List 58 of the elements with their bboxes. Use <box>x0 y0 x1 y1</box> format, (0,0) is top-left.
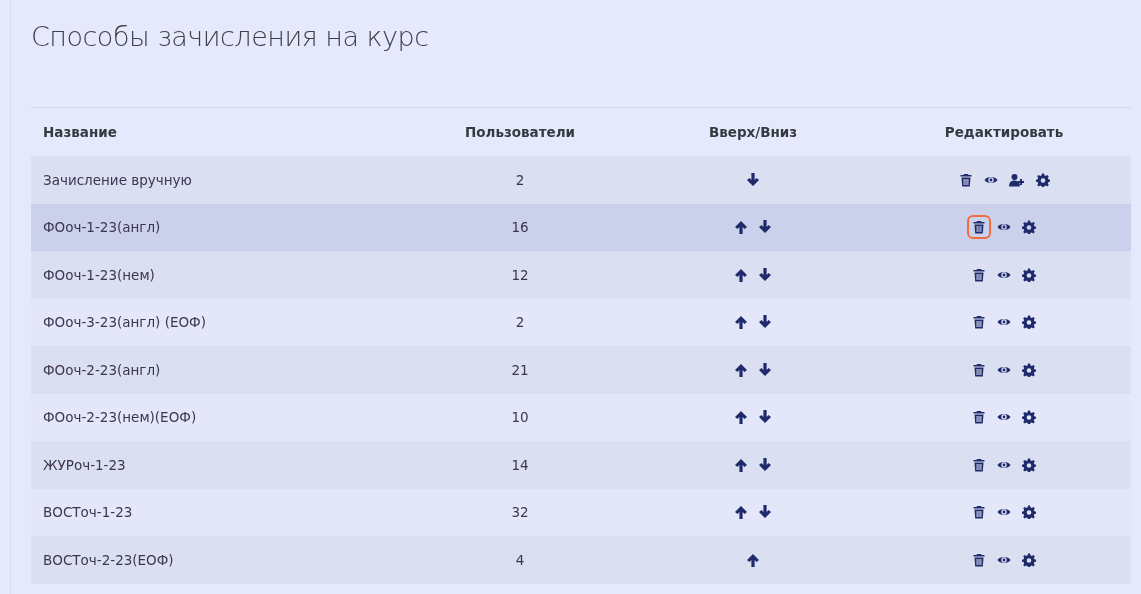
user-count: 2 <box>515 171 525 188</box>
trash-icon[interactable] <box>972 362 986 377</box>
user-count: 21 <box>511 361 529 378</box>
column-header: Пользователи <box>463 124 577 140</box>
up-arrow-icon[interactable] <box>746 552 760 567</box>
down-arrow-icon[interactable] <box>758 505 772 520</box>
trash-icon[interactable] <box>958 172 973 187</box>
method-name: ФОоч-1-23(англ) <box>42 219 162 236</box>
user-count: 16 <box>511 219 529 236</box>
user-count: 12 <box>511 266 529 283</box>
settings-icon[interactable] <box>1022 505 1036 520</box>
method-name: Зачисление вручную <box>42 171 193 188</box>
method-name: ФОоч-1-23(нем) <box>42 266 156 283</box>
down-arrow-icon[interactable] <box>758 410 772 425</box>
down-arrow-icon[interactable] <box>758 267 772 282</box>
down-arrow-icon[interactable] <box>758 220 772 235</box>
method-name: ВОСТоч-2-23(ЕОФ) <box>42 551 175 568</box>
down-arrow-icon[interactable] <box>758 315 772 330</box>
settings-icon[interactable] <box>1022 457 1036 472</box>
up-arrow-icon[interactable] <box>734 220 748 235</box>
user-count: 10 <box>511 409 529 426</box>
page-title: Способы зачисления на курс <box>31 20 430 54</box>
column-header: Редактировать <box>943 124 1065 140</box>
settings-icon[interactable] <box>1022 315 1036 330</box>
method-name: ФОоч-3-23(англ) (ЕОФ) <box>42 314 207 331</box>
settings-icon[interactable] <box>1022 552 1036 567</box>
down-arrow-icon[interactable] <box>746 172 760 187</box>
down-arrow-icon[interactable] <box>758 362 772 377</box>
settings-icon[interactable] <box>1022 267 1036 282</box>
trash-icon[interactable] <box>972 220 986 235</box>
settings-icon[interactable] <box>1022 410 1036 425</box>
settings-icon[interactable] <box>1022 220 1036 235</box>
up-arrow-icon[interactable] <box>734 362 748 377</box>
up-arrow-icon[interactable] <box>734 410 748 425</box>
method-name: ВОСТоч-1-23 <box>42 504 134 521</box>
user-count: 14 <box>511 456 529 473</box>
up-arrow-icon[interactable] <box>734 457 748 472</box>
trash-icon[interactable] <box>972 267 986 282</box>
column-header: Вверх/Вниз <box>707 124 799 140</box>
settings-icon[interactable] <box>1022 362 1036 377</box>
method-name: ФОоч-2-23(нем)(ЕОФ) <box>42 409 198 426</box>
up-arrow-icon[interactable] <box>734 267 748 282</box>
trash-icon[interactable] <box>972 315 986 330</box>
trash-icon[interactable] <box>972 505 986 520</box>
trash-icon[interactable] <box>972 457 986 472</box>
up-arrow-icon[interactable] <box>734 315 748 330</box>
user-count: 4 <box>515 551 525 568</box>
method-name: ФОоч-2-23(англ) <box>42 361 162 378</box>
trash-icon[interactable] <box>972 410 986 425</box>
add-user-icon[interactable] <box>1008 172 1025 187</box>
up-arrow-icon[interactable] <box>734 505 748 520</box>
settings-icon[interactable] <box>1035 172 1050 187</box>
user-count: 32 <box>511 504 529 521</box>
down-arrow-icon[interactable] <box>758 457 772 472</box>
trash-icon[interactable] <box>972 552 986 567</box>
user-count: 2 <box>515 314 525 331</box>
method-name: ЖУРоч-1-23 <box>42 456 127 473</box>
column-header: Название <box>42 124 118 140</box>
